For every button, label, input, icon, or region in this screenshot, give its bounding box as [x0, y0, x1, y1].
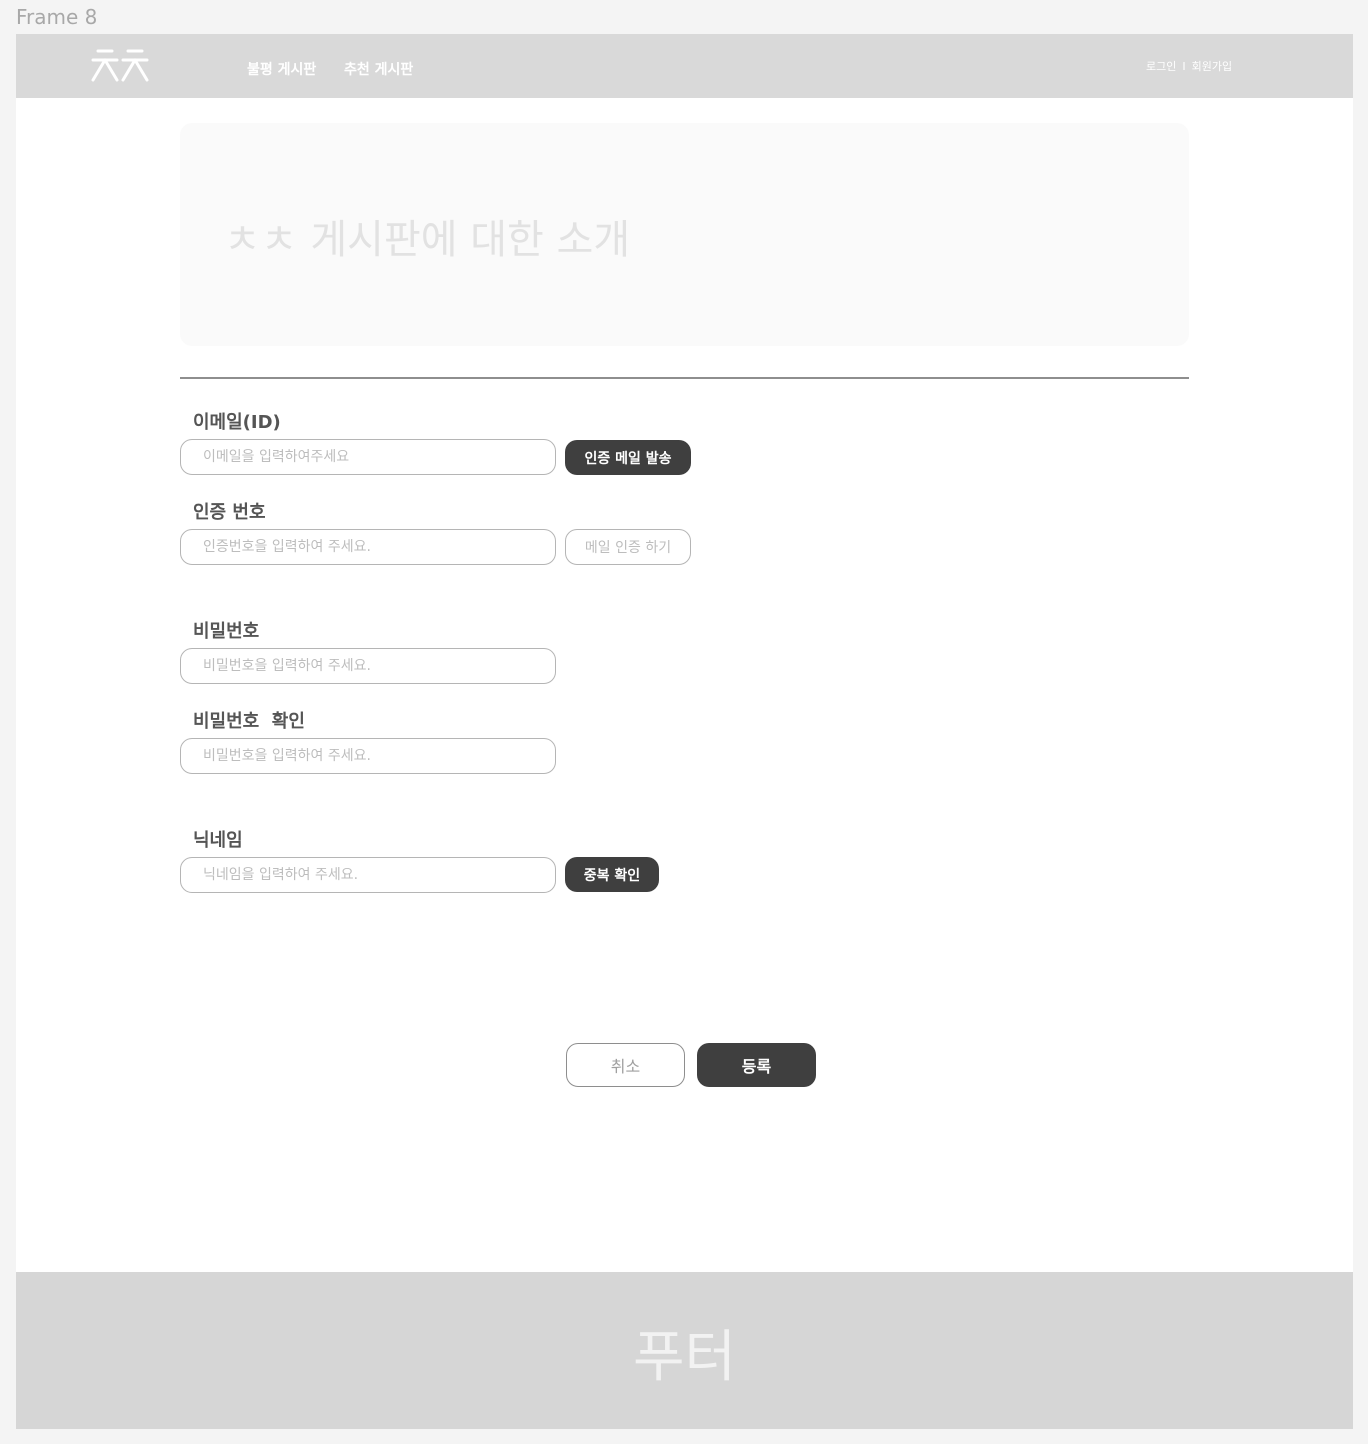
logo-icon[interactable] [90, 48, 150, 84]
nickname-label: 닉네임 [193, 830, 243, 851]
send-verification-mail-button[interactable]: 인증 메일 발송 [565, 440, 691, 475]
submit-button[interactable]: 등록 [697, 1043, 816, 1087]
password-confirm-input[interactable] [180, 738, 556, 774]
email-input[interactable] [180, 439, 556, 475]
signup-link[interactable]: 회원가입 [1192, 60, 1232, 73]
password-confirm-label: 비밀번호 확인 [193, 711, 305, 732]
check-duplicate-button[interactable]: 중복 확인 [565, 857, 659, 892]
intro-banner: ㅊㅊ 게시판에 대한 소개 [180, 123, 1189, 346]
login-link[interactable]: 로그인 [1146, 60, 1176, 73]
page-frame: 불평 게시판 추천 게시판 로그인 I 회원가입 ㅊㅊ 게시판에 대한 소개 이메일… [16, 34, 1353, 1429]
divider [180, 377, 1189, 379]
nickname-input[interactable] [180, 857, 556, 893]
nav-recommend-board[interactable]: 추천 게시판 [344, 59, 413, 79]
password-label: 비밀번호 [193, 621, 260, 642]
cancel-button[interactable]: 취소 [566, 1043, 685, 1087]
auth-separator: I [1182, 60, 1186, 73]
verification-code-input[interactable] [180, 529, 556, 565]
password-input[interactable] [180, 648, 556, 684]
footer: 푸터 [16, 1272, 1353, 1429]
email-label: 이메일(ID) [193, 412, 281, 433]
verification-code-label: 인증 번호 [193, 502, 266, 523]
verify-mail-button[interactable]: 메일 인증 하기 [565, 529, 691, 565]
intro-text: ㅊㅊ 게시판에 대한 소개 [224, 217, 631, 263]
frame-label: Frame 8 [16, 5, 98, 29]
footer-text: 푸터 [632, 1325, 737, 1390]
auth-links: 로그인 I 회원가입 [1146, 58, 1232, 74]
header: 불평 게시판 추천 게시판 로그인 I 회원가입 [16, 34, 1353, 98]
nav-complaint-board[interactable]: 불평 게시판 [247, 59, 316, 79]
